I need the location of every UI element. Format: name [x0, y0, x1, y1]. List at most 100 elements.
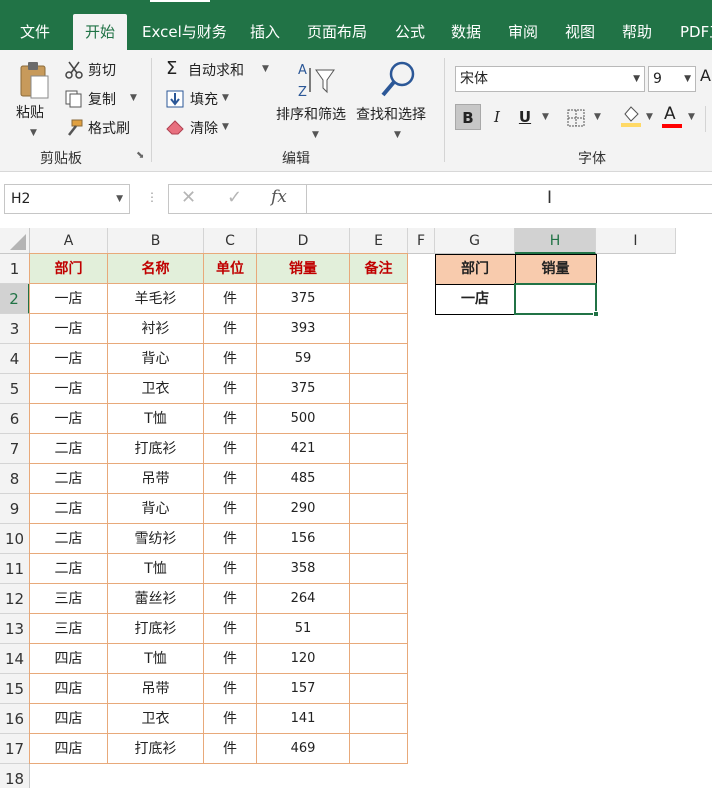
table-cell[interactable]: [350, 674, 408, 704]
table-cell[interactable]: 件: [204, 614, 257, 644]
font-color-button[interactable]: A ▼: [662, 104, 702, 132]
table-cell[interactable]: [350, 464, 408, 494]
table-cell[interactable]: 120: [257, 644, 350, 674]
column-header-e[interactable]: E: [350, 228, 408, 254]
sort-filter-button[interactable]: A Z 排序和筛选 ▼: [276, 58, 354, 144]
table-cell[interactable]: [350, 734, 408, 764]
row-header-5[interactable]: 5: [0, 374, 30, 404]
row-header-2[interactable]: 2: [0, 284, 30, 314]
table-cell[interactable]: 290: [257, 494, 350, 524]
row-header-17[interactable]: 17: [0, 734, 30, 764]
find-select-button[interactable]: 查找和选择 ▼: [356, 58, 438, 144]
table-cell[interactable]: 485: [257, 464, 350, 494]
table-cell[interactable]: 141: [257, 704, 350, 734]
table-cell[interactable]: 三店: [30, 584, 108, 614]
table-cell[interactable]: 四店: [30, 644, 108, 674]
table-cell[interactable]: 雪纺衫: [108, 524, 204, 554]
fill-color-button[interactable]: ▼: [618, 104, 658, 132]
column-header-b[interactable]: B: [108, 228, 204, 254]
row-header-16[interactable]: 16: [0, 704, 30, 734]
table-cell[interactable]: 二店: [30, 464, 108, 494]
name-box[interactable]: H2 ▼: [4, 184, 130, 214]
table-cell[interactable]: [350, 644, 408, 674]
lookup-header-department[interactable]: 部门: [435, 254, 515, 284]
active-cell-selection[interactable]: [514, 283, 597, 315]
tab-file[interactable]: 文件: [20, 14, 50, 50]
table-cell[interactable]: 二店: [30, 524, 108, 554]
table-cell[interactable]: 51: [257, 614, 350, 644]
table-cell[interactable]: T恤: [108, 644, 204, 674]
tab-excel-finance[interactable]: Excel与财务: [142, 14, 227, 50]
table-cell[interactable]: 件: [204, 734, 257, 764]
row-header-7[interactable]: 7: [0, 434, 30, 464]
find-select-dropdown-icon[interactable]: ▼: [394, 130, 401, 140]
table-cell[interactable]: [350, 494, 408, 524]
table-cell[interactable]: 件: [204, 494, 257, 524]
clipboard-launcher-icon[interactable]: ⬊: [136, 150, 144, 161]
table-cell[interactable]: 吊带: [108, 464, 204, 494]
table-cell[interactable]: 156: [257, 524, 350, 554]
column-header-c[interactable]: C: [204, 228, 257, 254]
formula-input[interactable]: I: [306, 184, 712, 214]
clear-dropdown-icon[interactable]: ▼: [222, 122, 229, 132]
table-header-cell[interactable]: 部门: [30, 254, 108, 284]
table-cell[interactable]: T恤: [108, 554, 204, 584]
underline-button[interactable]: U: [512, 104, 538, 130]
font-name-dropdown[interactable]: 宋体 ▼: [455, 66, 645, 92]
table-cell[interactable]: 二店: [30, 434, 108, 464]
italic-button[interactable]: I: [484, 104, 510, 130]
cancel-icon[interactable]: ✕: [181, 187, 196, 208]
table-cell[interactable]: 375: [257, 284, 350, 314]
autosum-dropdown-icon[interactable]: ▼: [262, 64, 269, 74]
row-header-14[interactable]: 14: [0, 644, 30, 674]
table-cell[interactable]: 二店: [30, 554, 108, 584]
table-cell[interactable]: [350, 314, 408, 344]
table-cell[interactable]: 衬衫: [108, 314, 204, 344]
table-cell[interactable]: 一店: [30, 374, 108, 404]
fill-dropdown-icon[interactable]: ▼: [222, 93, 229, 103]
column-header-h[interactable]: H: [515, 228, 596, 254]
table-header-cell[interactable]: 单位: [204, 254, 257, 284]
borders-button[interactable]: ▼: [564, 106, 604, 130]
table-cell[interactable]: 三店: [30, 614, 108, 644]
row-header-18[interactable]: 18: [0, 764, 30, 788]
fill-handle[interactable]: [593, 311, 599, 317]
table-cell[interactable]: 四店: [30, 734, 108, 764]
fill-button[interactable]: 填充 ▼: [164, 89, 244, 111]
tab-data[interactable]: 数据: [451, 14, 481, 50]
sort-filter-dropdown-icon[interactable]: ▼: [312, 130, 319, 140]
row-header-4[interactable]: 4: [0, 344, 30, 374]
tab-formulas[interactable]: 公式: [395, 14, 425, 50]
table-cell[interactable]: 一店: [30, 404, 108, 434]
paste-dropdown-icon[interactable]: ▼: [30, 128, 37, 138]
table-cell[interactable]: 件: [204, 464, 257, 494]
enter-check-icon[interactable]: ✓: [227, 187, 242, 208]
row-header-6[interactable]: 6: [0, 404, 30, 434]
row-header-3[interactable]: 3: [0, 314, 30, 344]
font-size-dropdown[interactable]: 9 ▼: [648, 66, 696, 92]
autosum-button[interactable]: Σ 自动求和 ▼: [164, 58, 274, 82]
cut-button[interactable]: 剪切: [62, 60, 132, 82]
worksheet-grid[interactable]: A B C D E F G H I 1 2 3 4 5 6 7 8 9 10 11 12 13 14 15 16 17 18 部门 名称…: [0, 224, 712, 788]
table-cell[interactable]: T恤: [108, 404, 204, 434]
clear-button[interactable]: 清除 ▼: [164, 118, 244, 140]
lookup-department-cell[interactable]: 一店: [435, 284, 515, 314]
row-header-8[interactable]: 8: [0, 464, 30, 494]
table-cell[interactable]: 件: [204, 314, 257, 344]
table-cell[interactable]: 59: [257, 344, 350, 374]
row-header-10[interactable]: 10: [0, 524, 30, 554]
select-all-button[interactable]: [0, 228, 30, 254]
table-cell[interactable]: 件: [204, 374, 257, 404]
table-cell[interactable]: 件: [204, 434, 257, 464]
table-cell[interactable]: 一店: [30, 284, 108, 314]
table-cell[interactable]: [350, 554, 408, 584]
table-cell[interactable]: 件: [204, 344, 257, 374]
increase-font-size-icon[interactable]: A: [700, 66, 711, 85]
table-cell[interactable]: 羊毛衫: [108, 284, 204, 314]
table-cell[interactable]: 421: [257, 434, 350, 464]
table-cell[interactable]: 469: [257, 734, 350, 764]
table-cell[interactable]: 一店: [30, 314, 108, 344]
row-header-9[interactable]: 9: [0, 494, 30, 524]
table-cell[interactable]: [350, 374, 408, 404]
table-cell[interactable]: [350, 704, 408, 734]
